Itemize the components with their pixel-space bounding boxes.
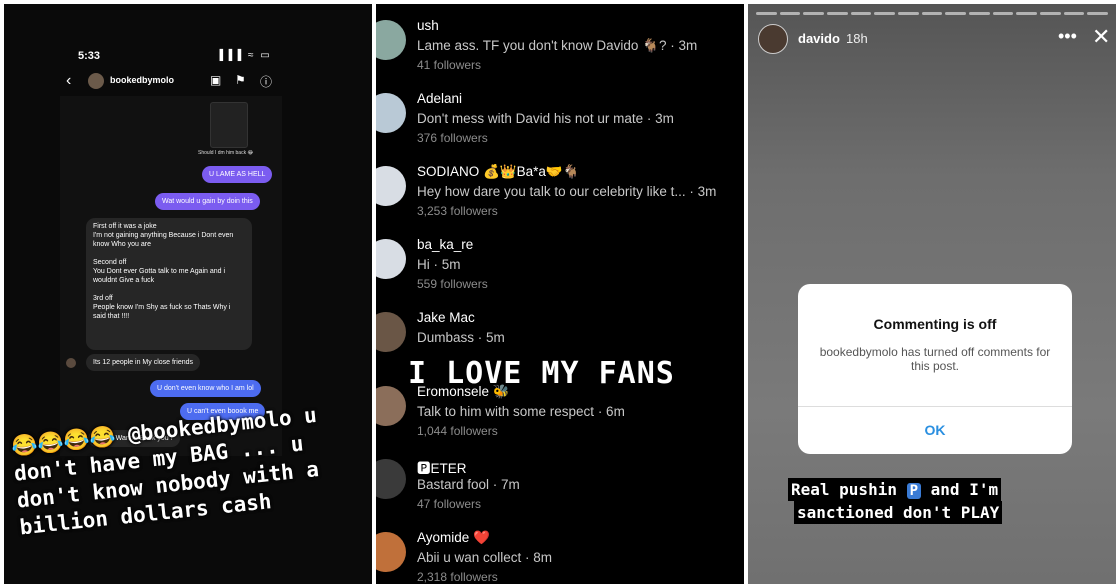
avatar[interactable] (376, 166, 406, 206)
status-bar: 5:33 ▐▐▐ ≈ ▭ (4, 50, 372, 64)
comment-text: Abii u wan collect · 8m (417, 550, 553, 565)
story-username[interactable]: davido (798, 31, 840, 46)
comment-username[interactable]: Ayomide ❤️ (417, 530, 490, 546)
caption-line-1: Real pushin P and I'm (788, 478, 1002, 501)
comment-item[interactable]: Eromonsele 🐝 Talk to him with some respe… (376, 384, 744, 456)
info-icon[interactable]: ⓘ (260, 73, 272, 90)
story-progress-bars (756, 12, 1109, 15)
comment-username[interactable]: 🅿ETER (417, 457, 467, 477)
comment-text: Bastard fool · 7m (417, 477, 520, 492)
message-bubble-received[interactable]: First off it was a joke I'm not gaining … (86, 218, 252, 350)
comment-username[interactable]: Adelani (417, 91, 462, 106)
sender-avatar (66, 358, 76, 368)
caption-line-2: sanctioned don't PLAY (794, 501, 1003, 524)
comments-panel: ush Lame ass. TF you don't know Davido 🐐… (376, 4, 744, 584)
shared-post-caption: Should I dm him back 😂 (198, 150, 254, 156)
comment-username[interactable]: ush (417, 18, 439, 33)
flag-icon[interactable]: ⚑ (235, 73, 246, 87)
comment-username[interactable]: Eromonsele 🐝 (417, 384, 510, 400)
comment-username[interactable]: Jake Mac (417, 310, 475, 325)
avatar[interactable] (376, 532, 406, 572)
avatar[interactable] (376, 459, 406, 499)
comment-text: Lame ass. TF you don't know Davido 🐐? · … (417, 38, 698, 53)
comment-item[interactable]: SODIANO 💰👑Ba*a🤝🐐 Hey how dare you talk t… (376, 164, 744, 236)
dialog-message: bookedbymolo has turned off comments for… (819, 345, 1051, 373)
dm-header: ‹ bookedbymolo ▣ ⚑ ⓘ (60, 70, 282, 94)
avatar[interactable] (758, 24, 788, 54)
comment-item[interactable]: Adelani Don't mess with David his not ur… (376, 91, 744, 163)
back-arrow-icon[interactable]: ‹ (66, 72, 71, 90)
avatar[interactable] (376, 20, 406, 60)
comment-item[interactable]: ush Lame ass. TF you don't know Davido 🐐… (376, 18, 744, 90)
follower-count: 41 followers (417, 58, 482, 72)
dialog-divider (798, 406, 1072, 407)
avatar[interactable] (88, 73, 104, 89)
avatar[interactable] (376, 93, 406, 133)
story-time: 18h (846, 31, 868, 46)
status-time: 5:33 (78, 50, 101, 62)
follower-count: 47 followers (417, 497, 482, 511)
avatar[interactable] (376, 312, 406, 352)
comment-username[interactable]: ba_ka_re (417, 237, 473, 252)
story-caption: Real pushin P and I'm sanctioned don't P… (788, 478, 1003, 524)
follower-count: 376 followers (417, 131, 488, 145)
story-panel: davido 18h ••• ✕ Commenting is off booke… (748, 4, 1116, 584)
comment-item[interactable]: Ayomide ❤️ Abii u wan collect · 8m 2,318… (376, 530, 744, 584)
parking-badge-icon: P (906, 483, 922, 499)
follower-count: 2,318 followers (417, 570, 498, 584)
signal-wifi-battery-icons: ▐▐▐ ≈ ▭ (216, 50, 272, 61)
message-bubble-sent[interactable]: Wat would u gain by doin this (155, 193, 260, 210)
avatar[interactable] (376, 386, 406, 426)
story-header: davido 18h ••• ✕ (758, 24, 1110, 56)
dm-story-panel: 5:33 ▐▐▐ ≈ ▭ ‹ bookedbymolo ▣ ⚑ ⓘ Should… (4, 4, 372, 584)
comment-item[interactable]: 🅿ETER Bastard fool · 7m 47 followers (376, 457, 744, 529)
ok-button[interactable]: OK (798, 422, 1072, 438)
comment-text: Don't mess with David his not ur mate · … (417, 111, 674, 126)
more-options-icon[interactable]: ••• (1058, 26, 1077, 47)
comment-text: Dumbass · 5m (417, 330, 505, 345)
video-call-icon[interactable]: ▣ (210, 73, 221, 87)
comment-text: Hey how dare you talk to our celebrity l… (417, 184, 717, 199)
comment-username[interactable]: SODIANO 💰👑Ba*a🤝🐐 (417, 164, 580, 180)
shared-post-thumbnail[interactable] (210, 102, 248, 148)
close-icon[interactable]: ✕ (1092, 24, 1110, 50)
message-bubble-sent[interactable]: U LAME AS HELL (202, 166, 273, 183)
follower-count: 1,044 followers (417, 424, 498, 438)
avatar[interactable] (376, 239, 406, 279)
message-thread: Should I dm him back 😂 U LAME AS HELL Wa… (60, 96, 282, 456)
comment-item[interactable]: ba_ka_re Hi · 5m 559 followers (376, 237, 744, 309)
comment-text: Talk to him with some respect · 6m (417, 404, 625, 419)
commenting-off-dialog: Commenting is off bookedbymolo has turne… (798, 284, 1072, 454)
message-bubble-sent[interactable]: U don't even know who I am lol (150, 380, 261, 397)
dialog-title: Commenting is off (873, 316, 997, 332)
comment-text: Hi · 5m (417, 257, 461, 272)
follower-count: 559 followers (417, 277, 488, 291)
message-bubble-received[interactable]: Its 12 people in My close friends (86, 354, 200, 371)
follower-count: 3,253 followers (417, 204, 498, 218)
dm-username[interactable]: bookedbymolo (110, 75, 174, 85)
